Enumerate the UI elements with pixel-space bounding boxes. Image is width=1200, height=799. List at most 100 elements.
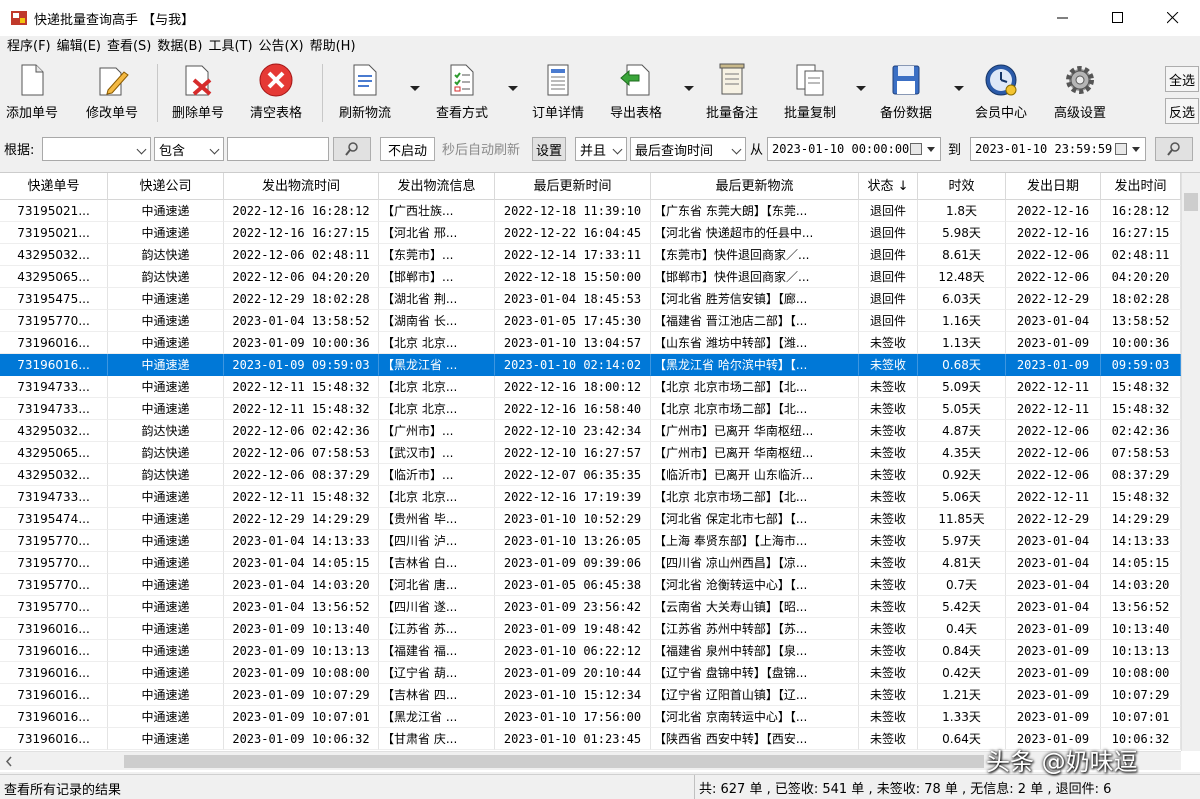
filter-field-select[interactable] [42, 137, 151, 161]
table-row[interactable]: 73195770... 中通速递 2023-01-04 14:13:33 【四川省 泸… [0, 530, 1181, 552]
cell-status: 未签收 [859, 530, 918, 552]
menu-data[interactable]: 数据(B) [154, 36, 205, 58]
maximize-button[interactable] [1090, 0, 1145, 36]
to-datetime-picker[interactable]: 2023-01-10 23:59:59 [970, 137, 1146, 161]
backup-dropdown-icon[interactable] [954, 86, 964, 91]
minimize-icon [1056, 17, 1068, 19]
order-detail-button[interactable]: 订单详情 [532, 62, 584, 124]
keyword-input[interactable] [227, 137, 329, 161]
column-header-last-update-time[interactable]: 最后更新时间 [495, 173, 651, 200]
time-search-button[interactable] [1155, 137, 1193, 161]
copy-dropdown-icon[interactable] [856, 86, 866, 91]
table-row[interactable]: 73196016... 中通速递 2023-01-09 10:13:13 【福建省 福… [0, 640, 1181, 662]
table-row[interactable]: 73195770... 中通速递 2023-01-04 14:05:15 【吉林省 白… [0, 552, 1181, 574]
menu-notice[interactable]: 公告(X) [256, 36, 307, 58]
delete-number-button[interactable]: 删除单号 [172, 62, 224, 124]
column-header-status[interactable]: 状态 ↓ [859, 173, 918, 200]
horizontal-scroll-thumb[interactable] [124, 755, 984, 768]
logic-select[interactable]: 并且 [575, 137, 627, 161]
table-row[interactable]: 43295032... 韵达快递 2022-12-06 08:37:29 【临沂市】.… [0, 464, 1181, 486]
column-header-ship-info[interactable]: 发出物流信息 [379, 173, 495, 200]
table-row[interactable]: 43295065... 韵达快递 2022-12-06 07:58:53 【武汉市】.… [0, 442, 1181, 464]
menu-edit[interactable]: 编辑(E) [54, 36, 104, 58]
table-row[interactable]: 73196016... 中通速递 2023-01-09 10:00:36 【北京 北京… [0, 332, 1181, 354]
cell-ship-clock: 10:08:00 [1101, 662, 1181, 684]
table-row[interactable]: 73195475... 中通速递 2022-12-29 18:02:28 【湖北省 荆… [0, 288, 1181, 310]
menu-view[interactable]: 查看(S) [104, 36, 154, 58]
scroll-left-icon[interactable] [4, 752, 14, 771]
cell-ship-date: 2022-12-11 [1006, 398, 1101, 420]
table-row[interactable]: 43295032... 韵达快递 2022-12-06 02:48:11 【东莞市】.… [0, 244, 1181, 266]
refresh-logistics-button[interactable]: 刷新物流 [339, 62, 391, 124]
table-row[interactable]: 43295065... 韵达快递 2022-12-06 04:20:20 【邯郸市】.… [0, 266, 1181, 288]
edit-document-icon [99, 67, 129, 96]
select-all-button[interactable]: 全选 [1165, 66, 1199, 92]
table-row[interactable]: 73195474... 中通速递 2022-12-29 14:29:29 【贵州省 毕… [0, 508, 1181, 530]
batch-copy-button[interactable]: 批量复制 [784, 62, 836, 124]
cell-status: 未签收 [859, 728, 918, 750]
cell-duration: 0.7天 [918, 574, 1006, 596]
member-center-button[interactable]: 会员中心 [975, 62, 1027, 124]
clear-table-button[interactable]: 清空表格 [250, 62, 302, 124]
copy-icon [796, 64, 824, 96]
table-row[interactable]: 73196016... 中通速递 2023-01-09 10:08:00 【辽宁省 葫… [0, 662, 1181, 684]
edit-number-button[interactable]: 修改单号 [86, 62, 138, 124]
search-button[interactable] [333, 137, 371, 161]
cell-status: 未签收 [859, 398, 918, 420]
table-row[interactable]: 73195021... 中通速递 2022-12-16 16:27:15 【河北省 邢… [0, 222, 1181, 244]
add-number-button[interactable]: 添加单号 [6, 62, 58, 124]
menu-program[interactable]: 程序(F) [4, 36, 54, 58]
advanced-settings-button[interactable]: 高级设置 [1054, 62, 1106, 124]
refresh-dropdown-icon[interactable] [410, 86, 420, 91]
minimize-button[interactable] [1035, 0, 1090, 36]
cell-last-update-time: 2022-12-16 17:19:39 [495, 486, 651, 508]
table-row[interactable]: 73194733... 中通速递 2022-12-11 15:48:32 【北京 北京… [0, 486, 1181, 508]
vertical-scrollbar[interactable] [1181, 173, 1200, 751]
export-table-button[interactable]: 导出表格 [610, 62, 662, 124]
cell-last-update-info: 【辽宁省 盘锦中转】【盘锦... [651, 662, 859, 684]
table-row[interactable]: 73196016... 中通速递 2023-01-09 10:07:29 【吉林省 四… [0, 684, 1181, 706]
table-row[interactable]: 73196016... 中通速递 2023-01-09 10:07:01 【黑龙江省 … [0, 706, 1181, 728]
cell-ship-clock: 15:48:32 [1101, 376, 1181, 398]
column-header-tracking-number[interactable]: 快递单号 [0, 173, 108, 200]
column-header-duration[interactable]: 时效 [918, 173, 1006, 200]
export-dropdown-icon[interactable] [684, 86, 694, 91]
view-mode-dropdown-icon[interactable] [508, 86, 518, 91]
table-row[interactable]: 73195021... 中通速递 2022-12-16 16:28:12 【广西壮族.… [0, 200, 1181, 222]
invert-selection-button[interactable]: 反选 [1165, 98, 1199, 124]
cell-ship-time: 2022-12-16 16:28:12 [224, 200, 379, 222]
backup-data-button[interactable]: 备份数据 [880, 62, 932, 124]
cell-last-update-info: 【河北省 沧衡转运中心】【... [651, 574, 859, 596]
cell-last-update-time: 2022-12-16 16:58:40 [495, 398, 651, 420]
column-header-ship-time[interactable]: 发出物流时间 [224, 173, 379, 200]
cell-ship-info: 【湖南省 长... [379, 310, 495, 332]
match-mode-select[interactable]: 包含 [154, 137, 224, 161]
time-field-select[interactable]: 最后查询时间 [630, 137, 746, 161]
menu-help[interactable]: 帮助(H) [307, 36, 359, 58]
table-row[interactable]: 73194733... 中通速递 2022-12-11 15:48:32 【北京 北京… [0, 398, 1181, 420]
table-row[interactable]: 73195770... 中通速递 2023-01-04 13:58:52 【湖南省 长… [0, 310, 1181, 332]
table-row[interactable]: 73195770... 中通速递 2023-01-04 14:03:20 【河北省 唐… [0, 574, 1181, 596]
cell-status: 退回件 [859, 288, 918, 310]
close-button[interactable] [1145, 0, 1200, 36]
table-row[interactable]: 73196016... 中通速递 2023-01-09 09:59:03 【黑龙江省 … [0, 354, 1181, 376]
vertical-scroll-thumb[interactable] [1184, 193, 1198, 211]
view-mode-button[interactable]: 查看方式 [436, 62, 488, 124]
column-header-last-update-info[interactable]: 最后更新物流 [651, 173, 859, 200]
column-header-courier[interactable]: 快递公司 [108, 173, 224, 200]
table-row[interactable]: 43295032... 韵达快递 2022-12-06 02:42:36 【广州市】.… [0, 420, 1181, 442]
cell-tracking-number: 73196016... [0, 728, 108, 750]
table-row[interactable]: 73195770... 中通速递 2023-01-04 13:56:52 【四川省 遂… [0, 596, 1181, 618]
column-header-ship-date[interactable]: 发出日期 [1006, 173, 1101, 200]
cell-duration: 4.87天 [918, 420, 1006, 442]
chevron-down-icon [1132, 147, 1140, 152]
cell-tracking-number: 73195770... [0, 530, 108, 552]
menu-tools[interactable]: 工具(T) [205, 36, 255, 58]
auto-refresh-settings-button[interactable]: 设置 [532, 137, 566, 161]
table-row[interactable]: 73194733... 中通速递 2022-12-11 15:48:32 【北京 北京… [0, 376, 1181, 398]
column-header-ship-clock[interactable]: 发出时间 [1101, 173, 1181, 200]
table-row[interactable]: 73196016... 中通速递 2023-01-09 10:13:40 【江苏省 苏… [0, 618, 1181, 640]
batch-note-button[interactable]: 批量备注 [706, 62, 758, 124]
auto-refresh-toggle[interactable]: 不启动 [380, 137, 435, 161]
from-datetime-picker[interactable]: 2023-01-10 00:00:00 [767, 137, 941, 161]
